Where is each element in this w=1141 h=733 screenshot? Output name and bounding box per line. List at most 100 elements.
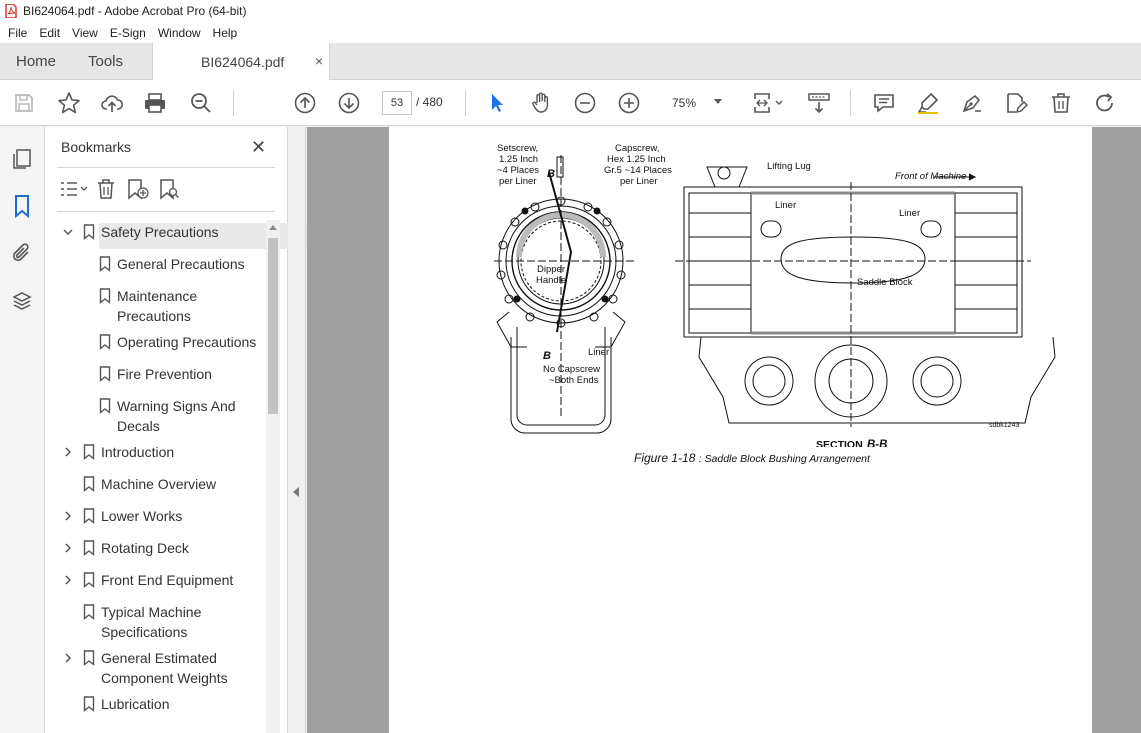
bookmarks-scrollbar[interactable] xyxy=(266,220,280,733)
tab-document[interactable]: BI624064.pdf × xyxy=(152,43,330,81)
bookmark-icon xyxy=(83,696,95,712)
bookmark-label: Lower Works xyxy=(101,508,183,524)
bookmark-options-button[interactable] xyxy=(59,177,89,201)
bookmark-item[interactable]: Front End Equipment xyxy=(65,570,266,590)
label-capscrew-1: Capscrew, xyxy=(615,143,659,154)
page-display-button[interactable] xyxy=(752,91,786,115)
bookmark-icon xyxy=(99,256,111,272)
scroll-mode-button[interactable] xyxy=(807,91,831,115)
bookmarks-panel: Bookmarks ✕ Safety Precautions General Pr… xyxy=(45,127,309,733)
bookmark-item[interactable]: Rotating Deck xyxy=(65,538,266,558)
bookmark-search-button[interactable] xyxy=(155,177,185,201)
chevron-down-icon[interactable] xyxy=(61,222,75,242)
navigation-rail xyxy=(0,127,45,733)
bookmark-item[interactable]: Typical Machine Specifications xyxy=(83,602,266,642)
bookmark-icon xyxy=(83,508,95,524)
bookmarks-panel-button[interactable] xyxy=(10,194,34,218)
chevron-right-icon[interactable] xyxy=(61,570,75,590)
trash-icon xyxy=(98,179,114,199)
delete-bookmark-button[interactable] xyxy=(91,177,121,201)
bookmark-star-button[interactable] xyxy=(57,91,81,115)
label-liner-left: Liner xyxy=(588,347,609,358)
bookmark-item[interactable]: Warning Signs And Decals xyxy=(99,396,266,436)
zoom-in-button[interactable] xyxy=(617,91,641,115)
share-button[interactable] xyxy=(100,91,124,115)
bookmarks-toolbar xyxy=(59,177,187,201)
find-button[interactable] xyxy=(189,91,213,115)
bookmark-label: Fire Prevention xyxy=(117,366,212,382)
chevron-right-icon[interactable] xyxy=(61,538,75,558)
tab-close-button[interactable]: × xyxy=(315,53,323,69)
label-setscrew-2: 1.25 Inch xyxy=(499,154,538,165)
edit-pdf-button[interactable] xyxy=(1004,91,1028,115)
bookmark-item[interactable]: Maintenance Precautions xyxy=(99,286,266,326)
comment-icon xyxy=(874,94,894,113)
tab-tools[interactable]: Tools xyxy=(88,43,123,80)
next-page-button[interactable] xyxy=(337,91,361,115)
sign-button[interactable] xyxy=(960,91,984,115)
layers-icon xyxy=(12,292,32,310)
bushing-end-view xyxy=(494,155,634,434)
save-button[interactable] xyxy=(12,91,36,115)
scrollbar-thumb[interactable] xyxy=(268,238,278,414)
menu-esign[interactable]: E-Sign xyxy=(104,26,152,40)
comment-button[interactable] xyxy=(872,91,896,115)
menu-window[interactable]: Window xyxy=(152,26,207,40)
zoom-level-dropdown[interactable]: 75% xyxy=(662,91,732,115)
menu-view[interactable]: View xyxy=(66,26,104,40)
bookmark-item[interactable]: Lower Works xyxy=(65,506,266,526)
chevron-right-icon[interactable] xyxy=(61,506,75,526)
close-panel-button[interactable]: ✕ xyxy=(251,137,266,158)
layers-button[interactable] xyxy=(10,289,34,313)
bookmark-label: General Estimated Component Weights xyxy=(101,650,228,686)
menu-file[interactable]: File xyxy=(2,26,33,40)
select-tool-button[interactable] xyxy=(485,91,509,115)
label-liner-right: Liner xyxy=(899,208,920,219)
attachments-button[interactable] xyxy=(10,241,34,265)
cursor-arrow-icon xyxy=(492,94,503,112)
tab-home[interactable]: Home xyxy=(16,43,56,80)
bookmark-item[interactable]: General Estimated Component Weights xyxy=(65,648,266,688)
zoom-out-search-icon xyxy=(191,93,211,113)
page-number-input[interactable]: 53 xyxy=(382,91,412,115)
page-thumbnails-button[interactable] xyxy=(10,147,34,171)
scroll-mode-icon xyxy=(808,93,830,114)
menu-edit[interactable]: Edit xyxy=(33,26,66,40)
label-capscrew-3: Gr.5 ~14 Places xyxy=(604,165,672,176)
bookmark-item[interactable]: Introduction xyxy=(65,442,266,462)
bookmark-item[interactable]: Operating Precautions xyxy=(99,332,266,352)
menu-help[interactable]: Help xyxy=(207,26,244,40)
bookmark-item[interactable]: Machine Overview xyxy=(83,474,266,494)
bookmark-item[interactable]: Safety Precautions xyxy=(63,222,266,242)
bookmark-label: Rotating Deck xyxy=(101,540,189,556)
label-capscrew-4: per Liner xyxy=(620,176,658,187)
bookmark-label: Operating Precautions xyxy=(117,334,257,350)
hand-tool-button[interactable] xyxy=(529,91,553,115)
bookmark-icon xyxy=(83,572,95,588)
previous-page-button[interactable] xyxy=(293,91,317,115)
bookmark-label: Warning Signs And Decals xyxy=(117,398,236,434)
bookmark-item[interactable]: Lubrication xyxy=(83,694,266,714)
highlight-button[interactable] xyxy=(916,91,940,115)
title-bar: BI624064.pdf - Adobe Acrobat Pro (64-bit… xyxy=(0,0,1141,22)
delete-button[interactable] xyxy=(1049,91,1073,115)
print-button[interactable] xyxy=(143,91,167,115)
zoom-out-button[interactable] xyxy=(573,91,597,115)
label-section-id: B-B xyxy=(867,439,887,447)
new-bookmark-button[interactable] xyxy=(123,177,153,201)
label-setscrew-3: ~4 Places xyxy=(497,165,539,176)
label-capscrew-2: Hex 1.25 Inch xyxy=(607,154,666,165)
saddle-block-drawing: Setscrew, 1.25 Inch ~4 Places per Liner … xyxy=(494,143,1056,447)
bookmark-item[interactable]: General Precautions xyxy=(99,254,266,274)
chevron-right-icon[interactable] xyxy=(61,442,75,462)
bookmark-item[interactable]: Fire Prevention xyxy=(99,364,266,384)
label-drawing-id: sdbk1243 xyxy=(989,422,1019,429)
add-bookmark-icon xyxy=(128,179,149,200)
rotate-button[interactable] xyxy=(1093,91,1117,115)
bookmark-icon xyxy=(99,288,111,304)
bookmark-icon xyxy=(99,398,111,414)
arrow-down-circle-icon xyxy=(338,92,360,114)
document-view[interactable]: Setscrew, 1.25 Inch ~4 Places per Liner … xyxy=(307,127,1141,733)
chevron-right-icon[interactable] xyxy=(61,648,75,668)
panel-collapse-handle[interactable] xyxy=(288,127,306,733)
